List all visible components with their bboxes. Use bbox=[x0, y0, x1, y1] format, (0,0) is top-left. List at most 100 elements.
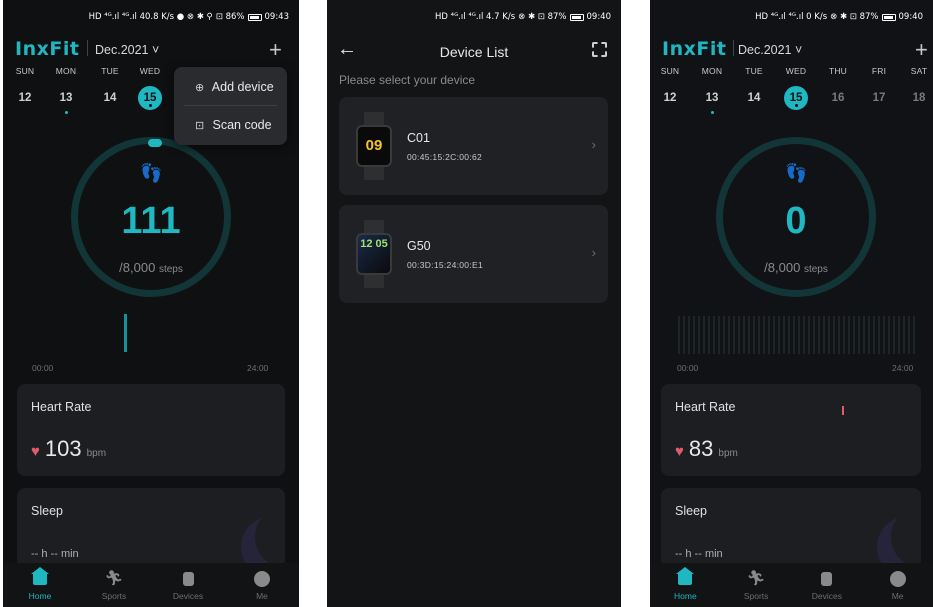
scan-icon: ⊡ bbox=[195, 120, 205, 132]
screen-home: HD ⁴ᴳ.ıl ⁴ᴳ.ıl 0 K/s ⊗ ✱ ⊡ 87% 09:40 Inx… bbox=[650, 0, 933, 607]
battery-icon bbox=[881, 13, 896, 21]
status-bar: HD ⁴ᴳ.ıl ⁴ᴳ.ıl 4.7 K/s ⊗ ✱ ⊡ 87% 09:40 bbox=[435, 10, 611, 24]
month-selector[interactable]: Dec.2021 ˅ bbox=[738, 43, 802, 57]
steps-goal: /8,000 steps bbox=[764, 260, 828, 275]
activity-dot bbox=[710, 111, 714, 114]
sleep-card[interactable]: Sleep -- h -- min bbox=[661, 488, 921, 568]
screen-device-list: HD ⁴ᴳ.ıl ⁴ᴳ.ıl 4.7 K/s ⊗ ✱ ⊡ 87% 09:40 ←… bbox=[327, 0, 621, 607]
day-wed[interactable]: WED 15 bbox=[781, 66, 811, 110]
day-sun[interactable]: SUN 12 bbox=[10, 66, 40, 110]
device-item-g50[interactable]: 12 05 G50 00:3D:15:24:00:E1 › bbox=[339, 205, 608, 303]
steps-goal: /8,000 steps bbox=[119, 260, 183, 275]
day-fri[interactable]: FRI 17 bbox=[864, 66, 894, 110]
device-name: C01 bbox=[407, 131, 430, 145]
chevron-right-icon: › bbox=[591, 245, 596, 260]
timeline-start: 00:00 bbox=[677, 363, 699, 373]
app-logo: InxFit bbox=[662, 38, 727, 60]
home-icon bbox=[31, 567, 49, 586]
card-title: Sleep bbox=[31, 504, 63, 518]
moon-icon bbox=[241, 506, 285, 568]
timeline-end: 24:00 bbox=[892, 363, 914, 373]
status-time: 09:43 bbox=[264, 12, 290, 22]
battery-icon bbox=[247, 13, 262, 21]
profile-icon bbox=[889, 571, 906, 588]
month-selector[interactable]: Dec.2021 ˅ bbox=[95, 43, 159, 57]
timeline-start: 00:00 bbox=[32, 363, 54, 373]
status-time: 09:40 bbox=[586, 12, 612, 22]
day-tue[interactable]: TUE 14 bbox=[739, 66, 769, 110]
device-mac: 00:3D:15:24:00:E1 bbox=[407, 260, 483, 270]
activity-dot bbox=[64, 111, 68, 114]
status-bar: HD ⁴ᴳ.ıl ⁴ᴳ.ıl 40.8 K/s ● ⊗ ✱ ⚲ ⊡ 86% 09… bbox=[89, 10, 289, 24]
status-indicators: HD ⁴ᴳ.ıl ⁴ᴳ.ıl 40.8 K/s ● ⊗ ✱ ⚲ bbox=[88, 12, 213, 22]
heart-rate-value: ♥ 83 bpm bbox=[675, 436, 738, 461]
day-date: 12 bbox=[663, 92, 677, 104]
day-mon[interactable]: MON 13 bbox=[51, 66, 81, 114]
heart-rate-value: ♥ 103 bpm bbox=[31, 436, 107, 461]
battery-icon bbox=[569, 13, 584, 21]
menu-divider bbox=[184, 105, 277, 106]
day-sun[interactable]: SUN 12 bbox=[655, 66, 685, 110]
status-indicators: HD ⁴ᴳ.ıl ⁴ᴳ.ıl 0 K/s bbox=[755, 12, 828, 22]
heart-rate-card[interactable]: Heart Rate ♥ 83 bpm bbox=[661, 384, 921, 476]
battery-text: ⊗ ✱ ⊡ 87% bbox=[830, 12, 879, 22]
hourly-steps-chart bbox=[678, 316, 915, 354]
running-icon: 🏃︎ bbox=[104, 570, 124, 587]
battery-text: ⊡ 86% bbox=[215, 12, 245, 22]
divider bbox=[87, 40, 88, 56]
watch-icon bbox=[821, 572, 833, 587]
timeline-end: 24:00 bbox=[247, 363, 269, 373]
sleep-card[interactable]: Sleep -- h -- min bbox=[17, 488, 285, 568]
device-item-c01[interactable]: 09 C01 00:45:15:2C:00:62 › bbox=[339, 97, 608, 195]
page-title: Device List bbox=[439, 44, 509, 60]
menu-item-scan-code[interactable]: ⊡ Scan code bbox=[174, 107, 287, 143]
menu-item-add-device[interactable]: ⊕ Add device bbox=[174, 69, 287, 105]
activity-dot bbox=[794, 104, 798, 107]
add-menu-popup: ⊕ Add device ⊡ Scan code bbox=[174, 67, 287, 145]
card-title: Heart Rate bbox=[675, 400, 736, 414]
device-mac: 00:45:15:2C:00:62 bbox=[407, 152, 483, 162]
day-wed[interactable]: WED 15 bbox=[135, 66, 165, 110]
add-icon[interactable]: + bbox=[269, 37, 282, 63]
day-thu[interactable]: THU 16 bbox=[823, 66, 853, 110]
watch-icon bbox=[182, 572, 194, 587]
tab-home[interactable]: Home bbox=[10, 567, 70, 601]
add-circle-icon: ⊕ bbox=[195, 82, 205, 94]
add-icon[interactable]: + bbox=[915, 37, 928, 63]
card-title: Sleep bbox=[675, 504, 707, 518]
day-date: 17 bbox=[872, 92, 886, 104]
day-mon[interactable]: MON 13 bbox=[697, 66, 727, 114]
screen-home-menu: HD ⁴ᴳ.ıl ⁴ᴳ.ıl 40.8 K/s ● ⊗ ✱ ⚲ ⊡ 86% 09… bbox=[3, 0, 299, 607]
tab-sports[interactable]: 🏃︎ Sports bbox=[726, 569, 786, 601]
ring-progress-knob bbox=[148, 139, 162, 147]
steps-count: 111 bbox=[121, 200, 181, 242]
tab-me[interactable]: Me bbox=[868, 569, 928, 601]
footprints-icon: 👣 bbox=[785, 163, 808, 183]
heart-icon: ♥ bbox=[675, 443, 684, 460]
hourly-steps-bar bbox=[124, 314, 127, 352]
tab-devices[interactable]: Devices bbox=[158, 569, 218, 601]
day-date: 18 bbox=[912, 92, 926, 104]
day-date: 13 bbox=[705, 92, 719, 104]
day-tue[interactable]: TUE 14 bbox=[95, 66, 125, 110]
instruction-text: Please select your device bbox=[339, 73, 476, 87]
tab-devices[interactable]: Devices bbox=[797, 569, 857, 601]
week-strip: SUN 12 MON 13 TUE 14 WED 15 THU 16 FRI 1… bbox=[650, 66, 933, 116]
sleep-duration: -- h -- min bbox=[675, 548, 723, 560]
tab-me[interactable]: Me bbox=[232, 569, 292, 601]
heart-rate-card[interactable]: Heart Rate ♥ 103 bpm bbox=[17, 384, 285, 476]
running-icon: 🏃︎ bbox=[746, 570, 766, 587]
day-date: 14 bbox=[103, 92, 117, 104]
footprints-icon: 👣 bbox=[140, 163, 163, 183]
day-sat[interactable]: SAT 18 bbox=[904, 66, 933, 110]
activity-dot bbox=[148, 104, 152, 107]
day-date: 13 bbox=[59, 92, 73, 104]
bottom-tab-bar: Home 🏃︎ Sports Devices Me bbox=[650, 563, 933, 607]
moon-icon bbox=[877, 506, 921, 568]
heart-rate-marker bbox=[842, 406, 844, 415]
tab-home[interactable]: Home bbox=[655, 567, 715, 601]
status-time: 09:40 bbox=[898, 12, 924, 22]
card-title: Heart Rate bbox=[31, 400, 92, 414]
tab-sports[interactable]: 🏃︎ Sports bbox=[84, 569, 144, 601]
scan-icon[interactable] bbox=[592, 42, 607, 57]
